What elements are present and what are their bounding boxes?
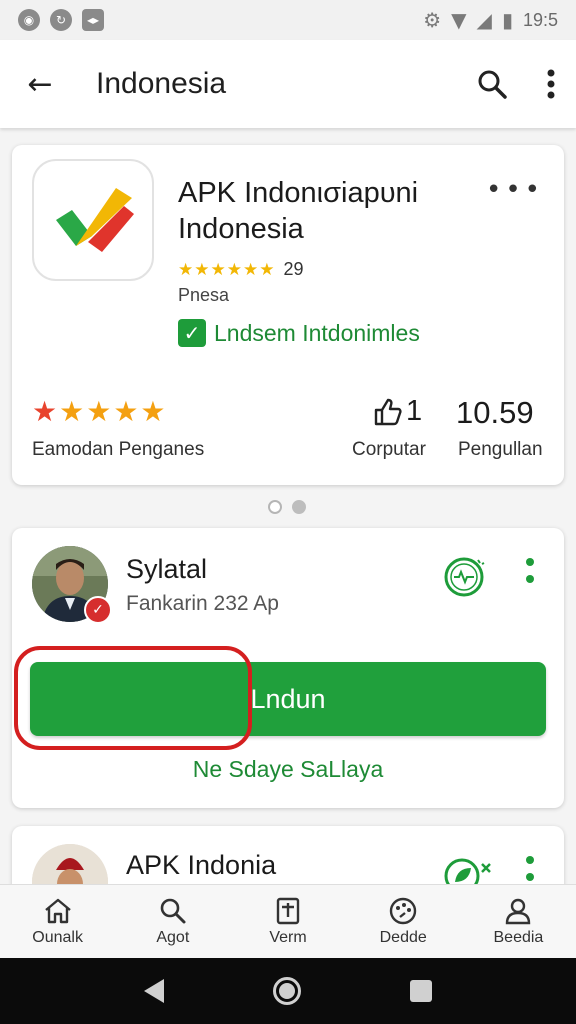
stat-compute: 1 xyxy=(372,395,422,428)
nav-item-profile[interactable]: Beedia xyxy=(461,885,576,958)
app-name: APK Indonισiapυni Indonesia xyxy=(178,177,419,245)
app-bar: ← Indonesia xyxy=(0,40,576,128)
verified-row: ✓ Lndsem Intdonimles xyxy=(178,319,420,347)
search-icon xyxy=(158,897,188,925)
nav-item-palette[interactable]: Dedde xyxy=(346,885,461,958)
status-right-icons: ⚙ ▼ ◢ ▮ 19:5 xyxy=(423,8,558,32)
signal-icon: ◢ xyxy=(476,8,492,32)
system-home-icon[interactable] xyxy=(272,977,301,1005)
stat3-label: Pengullan xyxy=(458,439,543,460)
arrow-left-icon[interactable]: ← xyxy=(20,64,60,104)
nav-item-search[interactable]: Agot xyxy=(115,885,230,958)
bottom-navigation: Ounalk Agot Verm Dedde Beedia xyxy=(0,884,576,958)
publisher-name[interactable]: Pnesa xyxy=(178,285,229,306)
nav-label: Dedde xyxy=(379,928,427,946)
pager-dot-active[interactable] xyxy=(292,500,306,514)
media-icon: ◂▸ xyxy=(82,9,104,31)
home-icon xyxy=(43,897,73,925)
app-icon xyxy=(32,159,154,281)
verified-label: Lndsem Intdonimles xyxy=(214,319,420,346)
stat2-value: 1 xyxy=(406,395,423,427)
nav-label: Verm xyxy=(269,928,307,946)
list-item-title: APK Indonia xyxy=(126,850,277,880)
status-left-icons: ◉ ↻ ◂▸ xyxy=(18,9,104,31)
stat2-label: Corputar xyxy=(352,439,426,460)
battery-icon: ▮ xyxy=(501,8,513,32)
verified-badge-icon: ✓ xyxy=(84,596,112,624)
app-logo-icon xyxy=(56,188,134,252)
nav-label: Agot xyxy=(156,928,190,946)
search-icon[interactable] xyxy=(476,68,508,100)
stat-star-rating: ★★★★★ xyxy=(32,395,168,428)
pager-dots xyxy=(268,500,306,514)
secondary-link[interactable]: Ne Sdaye SaLlaya xyxy=(12,756,564,783)
status-time: 19:5 xyxy=(522,9,558,30)
app-detail-card[interactable]: APK Indonισiapυni Indonesia ••• ★★★★★★ 2… xyxy=(12,145,564,485)
more-vertical-icon[interactable] xyxy=(546,68,556,100)
sync-icon: ↻ xyxy=(50,9,72,31)
star-icon: ★★★ xyxy=(59,395,141,428)
checkbox-checked-icon: ✓ xyxy=(178,319,206,347)
pager-dot[interactable] xyxy=(268,500,282,514)
wifi-icon: ▼ xyxy=(451,8,467,32)
app-notif-icon: ◉ xyxy=(18,9,40,31)
nav-label: Ounalk xyxy=(32,928,83,946)
system-navigation-bar xyxy=(0,958,576,1024)
user-subtitle: Fankarin 232 Ap xyxy=(126,592,279,615)
palette-icon xyxy=(388,897,418,925)
person-icon xyxy=(503,897,533,925)
rating-row: ★★★★★★ 29 xyxy=(178,259,303,280)
nav-item-document[interactable]: Verm xyxy=(230,885,345,958)
half-star-icon: ★ xyxy=(140,395,168,428)
app-bar-actions xyxy=(476,68,556,100)
settings-icon: ⚙ xyxy=(423,8,442,32)
avatar[interactable]: ✓ xyxy=(32,546,112,624)
heartbeat-timer-icon[interactable] xyxy=(440,552,488,600)
star-rating-icon: ★★★★★★ xyxy=(178,259,276,280)
status-bar: ◉ ↻ ◂▸ ⚙ ▼ ◢ ▮ 19:5 xyxy=(0,0,576,40)
system-recents-icon[interactable] xyxy=(409,980,432,1002)
stat3-value: 10.59 xyxy=(456,395,534,430)
nav-item-home[interactable]: Ounalk xyxy=(0,885,115,958)
page-title: Indonesia xyxy=(96,67,227,100)
download-button[interactable]: Lndun xyxy=(30,662,546,736)
stat-stars-label: Eamodan Penganes xyxy=(32,439,205,460)
document-icon xyxy=(273,897,303,925)
rating-count: 29 xyxy=(283,259,304,279)
more-horizontal-icon[interactable]: ••• xyxy=(486,175,544,205)
nav-label: Beedia xyxy=(493,928,544,946)
thumbs-up-icon xyxy=(374,398,402,425)
more-vertical-icon[interactable] xyxy=(522,558,538,583)
more-vertical-icon[interactable] xyxy=(522,856,538,881)
star-icon: ★ xyxy=(32,395,60,428)
system-back-icon[interactable] xyxy=(144,979,165,1003)
user-name: Sylatal xyxy=(126,554,208,584)
user-card: ✓ Sylatal Fankarin 232 Ap Lndun Ne Sdaye… xyxy=(12,528,564,808)
